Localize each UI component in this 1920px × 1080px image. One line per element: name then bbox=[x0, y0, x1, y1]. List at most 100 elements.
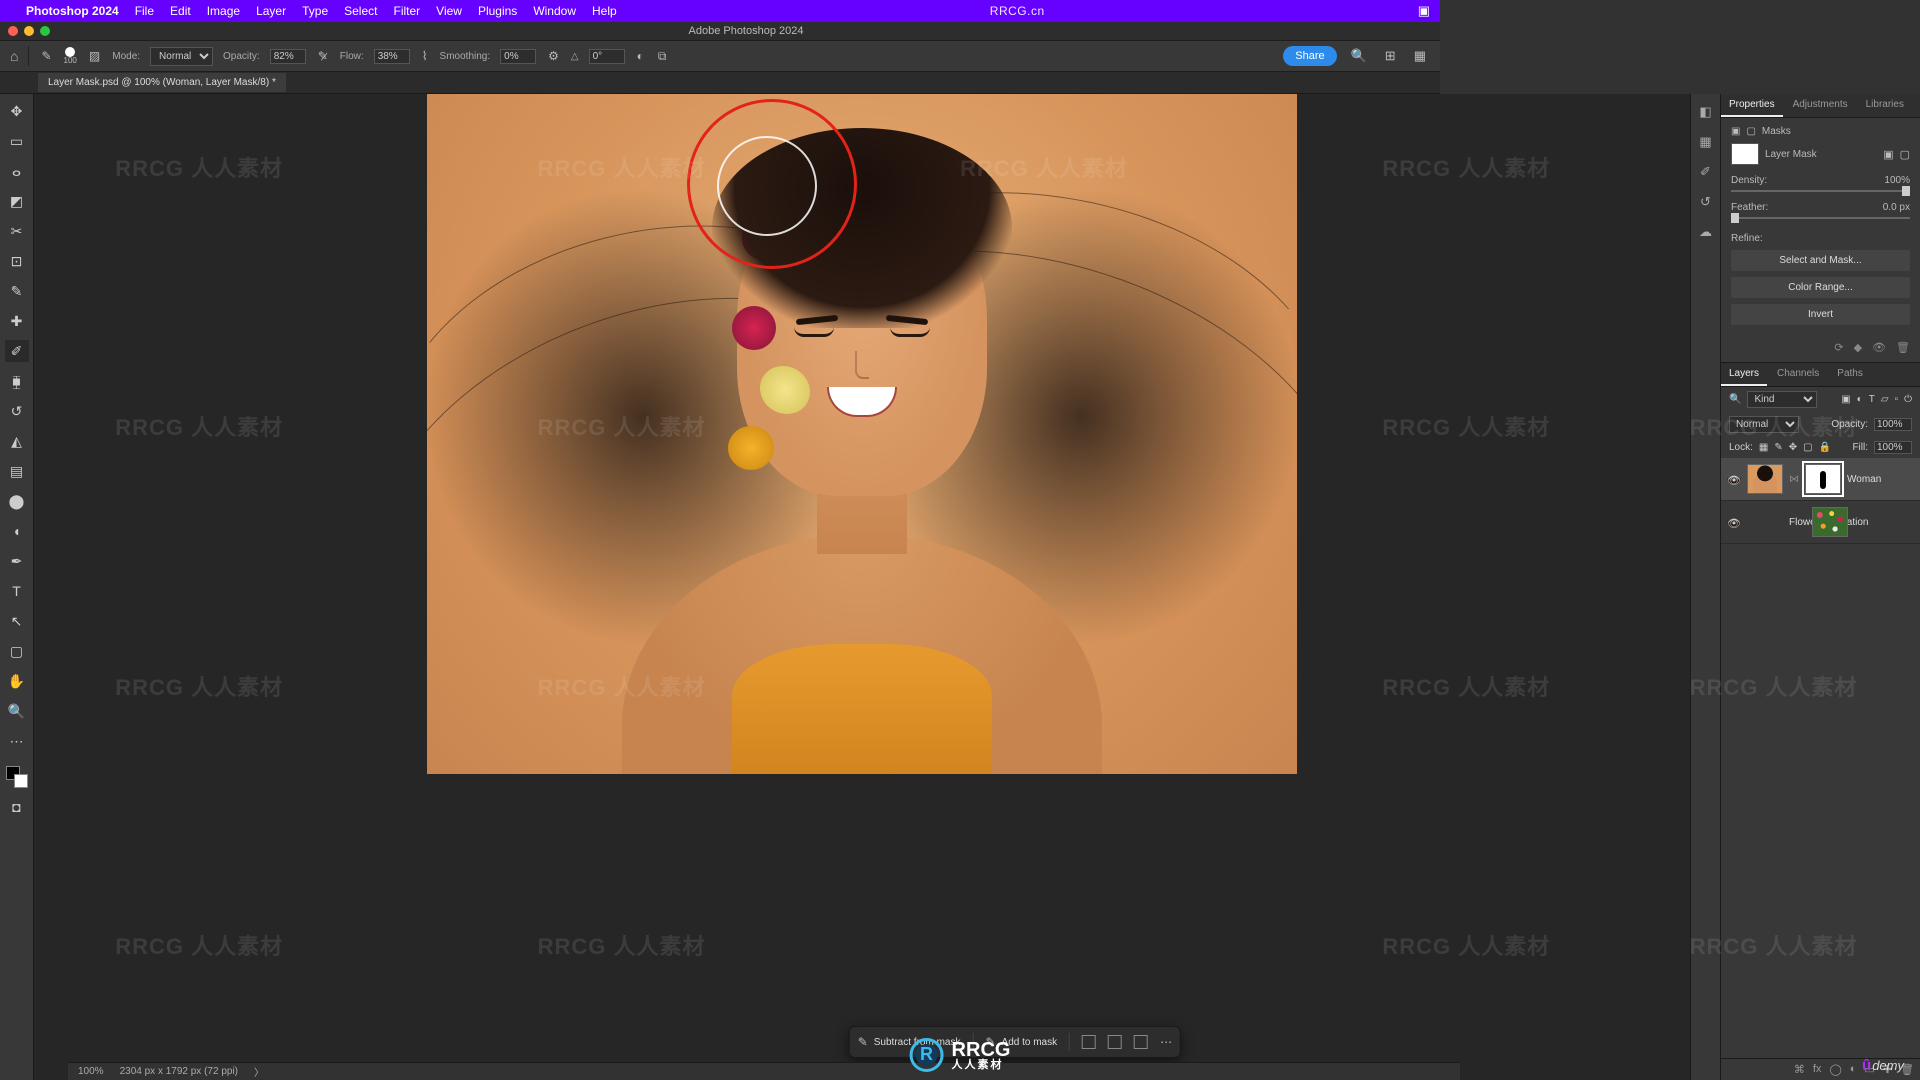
menu-window[interactable]: Window bbox=[533, 4, 576, 18]
traffic-lights[interactable] bbox=[8, 26, 50, 36]
layer-thumbnail[interactable] bbox=[1812, 507, 1848, 537]
lock-all-icon[interactable]: 🔒 bbox=[1819, 442, 1831, 453]
airbrush-icon[interactable]: ⌇ bbox=[422, 49, 428, 63]
select-and-mask-button[interactable]: Select and Mask... bbox=[1731, 250, 1910, 271]
layer-filter-kind[interactable]: Kind bbox=[1747, 391, 1817, 408]
brush-tool-icon[interactable]: ✐ bbox=[5, 340, 29, 362]
home-icon[interactable]: ⌂ bbox=[10, 48, 18, 64]
tab-paths[interactable]: Paths bbox=[1829, 363, 1871, 386]
lasso-tool-icon[interactable]: ⴰ bbox=[5, 160, 29, 182]
object-select-tool-icon[interactable]: ◩ bbox=[5, 190, 29, 212]
disable-mask-icon[interactable]: 👁 bbox=[1872, 341, 1886, 354]
menu-help[interactable]: Help bbox=[592, 4, 617, 18]
menu-select[interactable]: Select bbox=[344, 4, 377, 18]
path-select-tool-icon[interactable]: ↖ bbox=[5, 610, 29, 632]
feather-value[interactable]: 0.0 px bbox=[1883, 202, 1910, 213]
pixel-mask-icon[interactable]: ▣ bbox=[1731, 126, 1740, 137]
menu-layer[interactable]: Layer bbox=[256, 4, 286, 18]
healing-tool-icon[interactable]: ✚ bbox=[5, 310, 29, 332]
layer-row-flowers[interactable]: 👁 Flower decoration bbox=[1721, 501, 1920, 544]
filter-pixel-icon[interactable]: ▣ bbox=[1841, 394, 1850, 405]
history-panel-icon[interactable]: ↺ bbox=[1700, 194, 1711, 210]
cc-libraries-icon[interactable]: ☁ bbox=[1699, 224, 1712, 240]
eraser-tool-icon[interactable]: ◭ bbox=[5, 430, 29, 452]
move-tool-icon[interactable]: ✥ bbox=[5, 100, 29, 122]
load-selection-icon[interactable]: ⟳ bbox=[1834, 341, 1843, 354]
layer-row-woman[interactable]: 👁 ⋈ Woman bbox=[1721, 458, 1920, 501]
type-tool-icon[interactable]: T bbox=[5, 580, 29, 602]
link-layers-icon[interactable]: ⌘ bbox=[1794, 1063, 1805, 1076]
brush-panel-icon[interactable]: ✐ bbox=[1700, 164, 1711, 180]
density-slider[interactable] bbox=[1731, 190, 1910, 192]
tab-libraries[interactable]: Libraries bbox=[1858, 94, 1912, 117]
share-button[interactable]: Share bbox=[1283, 46, 1336, 66]
blend-mode-select[interactable]: Normal bbox=[150, 47, 213, 66]
filter-shape-icon[interactable]: ▱ bbox=[1881, 394, 1889, 405]
color-panel-icon[interactable]: ◧ bbox=[1699, 104, 1711, 120]
lock-position-icon[interactable]: ✥ bbox=[1789, 442, 1797, 453]
layer-thumbnail[interactable] bbox=[1747, 464, 1783, 494]
brush-settings-icon[interactable]: ▨ bbox=[89, 49, 100, 63]
document-canvas[interactable] bbox=[427, 94, 1297, 774]
taskbar-option-2-icon[interactable] bbox=[1108, 1035, 1122, 1049]
add-mask-icon[interactable]: ◯ bbox=[1829, 1063, 1841, 1076]
shape-tool-icon[interactable]: ▢ bbox=[5, 640, 29, 662]
filter-adjust-icon[interactable]: ◐ bbox=[1857, 394, 1863, 405]
filter-toggle-icon[interactable]: ⏻ bbox=[1904, 394, 1912, 405]
marquee-tool-icon[interactable]: ▭ bbox=[5, 130, 29, 152]
symmetry-icon[interactable]: ⧉ bbox=[658, 49, 667, 64]
color-swatches[interactable] bbox=[6, 766, 28, 788]
workspace-icon[interactable]: ⊞ bbox=[1385, 48, 1396, 64]
lock-artboard-icon[interactable]: ▢ bbox=[1803, 442, 1812, 453]
edit-toolbar-icon[interactable]: ⋯ bbox=[5, 730, 29, 752]
brush-tool-icon[interactable]: ✎ bbox=[41, 49, 51, 63]
tab-channels[interactable]: Channels bbox=[1769, 363, 1827, 386]
filter-type-icon[interactable]: T bbox=[1869, 394, 1875, 405]
layer-opacity-input[interactable] bbox=[1874, 418, 1912, 431]
taskbar-more-icon[interactable]: ⋯ bbox=[1160, 1035, 1172, 1049]
delete-mask-icon[interactable]: 🗑 bbox=[1896, 341, 1910, 354]
size-pressure-icon[interactable]: ◐ bbox=[637, 49, 644, 63]
menu-filter[interactable]: Filter bbox=[393, 4, 420, 18]
app-name[interactable]: Photoshop 2024 bbox=[26, 4, 119, 18]
zoom-level[interactable]: 100% bbox=[78, 1066, 104, 1077]
mask-link-icon[interactable]: ⋈ bbox=[1789, 474, 1799, 485]
color-range-button[interactable]: Color Range... bbox=[1731, 277, 1910, 298]
tab-adjustments[interactable]: Adjustments bbox=[1785, 94, 1856, 117]
smoothing-gear-icon[interactable]: ⚙ bbox=[548, 49, 559, 63]
menu-edit[interactable]: Edit bbox=[170, 4, 191, 18]
zoom-tool-icon[interactable]: 🔍 bbox=[5, 700, 29, 722]
hand-tool-icon[interactable]: ✋ bbox=[5, 670, 29, 692]
add-vector-mask-icon[interactable]: ▢ bbox=[1900, 148, 1910, 161]
frame-tool-icon[interactable]: ⊡ bbox=[5, 250, 29, 272]
stamp-tool-icon[interactable]: ⧯ bbox=[5, 370, 29, 392]
fill-input[interactable] bbox=[1874, 441, 1912, 454]
taskbar-option-1-icon[interactable] bbox=[1082, 1035, 1096, 1049]
swatches-panel-icon[interactable]: ▦ bbox=[1699, 134, 1711, 150]
vector-mask-icon[interactable]: ▢ bbox=[1746, 126, 1755, 137]
crop-tool-icon[interactable]: ✂ bbox=[5, 220, 29, 242]
density-value[interactable]: 100% bbox=[1884, 175, 1910, 186]
brush-preset-picker[interactable]: 100 bbox=[64, 47, 77, 65]
quick-mask-icon[interactable]: ◘ bbox=[5, 796, 29, 818]
history-brush-tool-icon[interactable]: ↺ bbox=[5, 400, 29, 422]
menu-type[interactable]: Type bbox=[302, 4, 328, 18]
dodge-tool-icon[interactable]: ◖ bbox=[5, 520, 29, 542]
layer-blend-mode[interactable]: Normal bbox=[1729, 416, 1799, 433]
search-icon[interactable]: 🔍 bbox=[1351, 48, 1367, 64]
visibility-toggle-icon[interactable]: 👁 bbox=[1727, 474, 1741, 484]
feather-slider[interactable] bbox=[1731, 217, 1910, 219]
visibility-toggle-icon[interactable]: 👁 bbox=[1727, 517, 1741, 527]
canvas-area[interactable]: ✎Subtract from mask ✎Add to mask ⋯ 100% … bbox=[34, 94, 1690, 1080]
flow-input[interactable] bbox=[374, 49, 410, 64]
menu-image[interactable]: Image bbox=[207, 4, 240, 18]
opacity-pressure-icon[interactable]: ✎̷ bbox=[318, 49, 328, 63]
opacity-input[interactable] bbox=[270, 49, 306, 64]
tab-properties[interactable]: Properties bbox=[1721, 94, 1783, 117]
angle-input[interactable] bbox=[589, 49, 625, 64]
invert-button[interactable]: Invert bbox=[1731, 304, 1910, 325]
lock-transparent-icon[interactable]: ▦ bbox=[1759, 442, 1768, 453]
arrange-icon[interactable]: ▦ bbox=[1414, 48, 1426, 64]
add-pixel-mask-icon[interactable]: ▣ bbox=[1883, 148, 1893, 161]
gradient-tool-icon[interactable]: ▤ bbox=[5, 460, 29, 482]
